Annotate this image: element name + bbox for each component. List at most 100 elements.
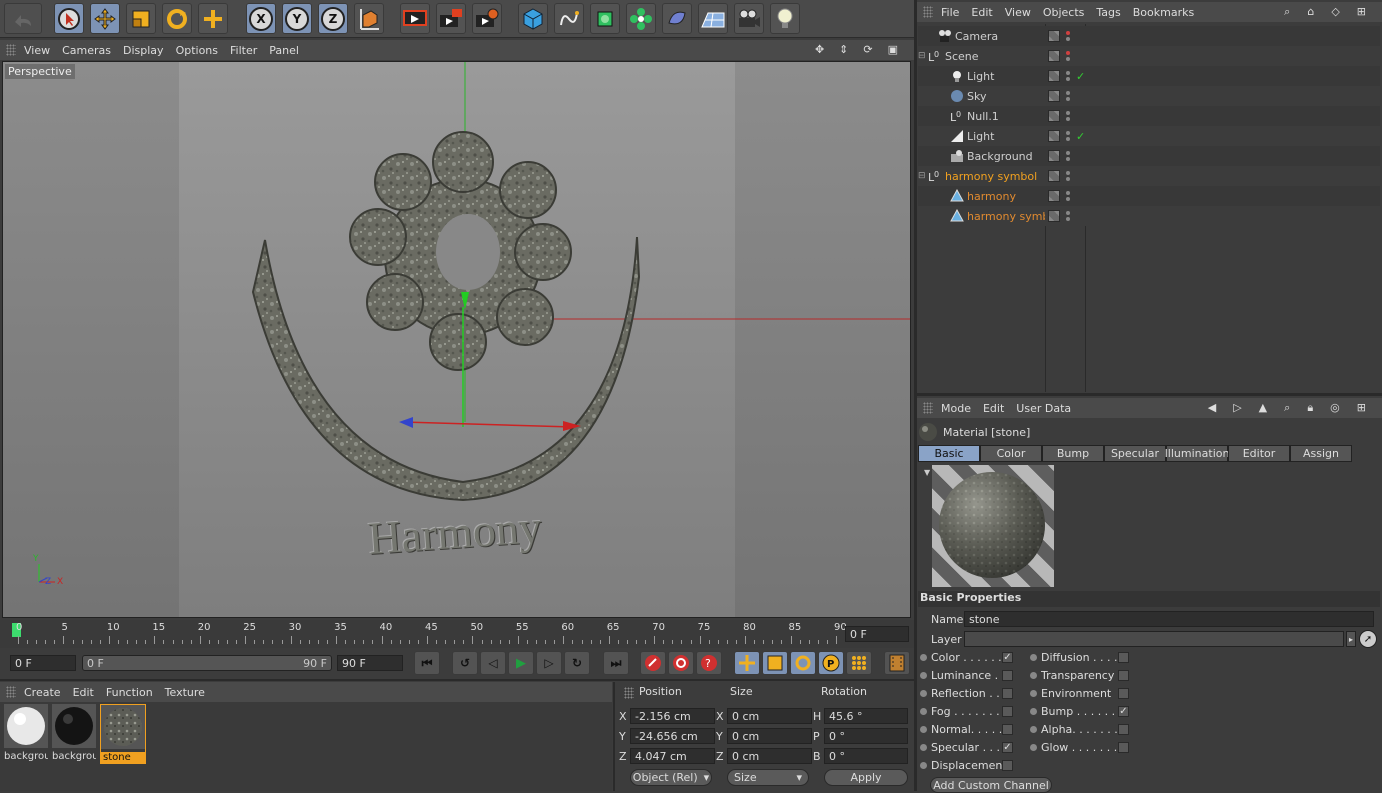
viewport-menu-panel[interactable]: Panel xyxy=(269,44,299,57)
rotate-tool-icon[interactable] xyxy=(162,3,192,34)
key-scale-icon[interactable] xyxy=(762,651,788,675)
channel-checkbox[interactable] xyxy=(1118,742,1129,753)
object-name[interactable]: Sky xyxy=(967,90,1045,103)
orbit-icon[interactable]: ⟳ xyxy=(863,43,872,56)
visibility-dots-icon[interactable] xyxy=(1066,211,1070,221)
objects-menu-bookmarks[interactable]: Bookmarks xyxy=(1133,6,1194,19)
object-row[interactable]: harmony xyxy=(918,186,1380,206)
go-to-end-icon[interactable]: ⏭ xyxy=(603,651,629,675)
timeline[interactable]: 0 5 10 15 20 25 30 35 40 45 50 55 60 65 70 75 80 85 90 0 F xyxy=(0,620,914,648)
viewport-menu-display[interactable]: Display xyxy=(123,44,164,57)
visibility-dots-icon[interactable] xyxy=(1066,171,1070,181)
channel-anim-dot-icon[interactable] xyxy=(920,708,927,715)
channel-checkbox[interactable] xyxy=(1118,670,1129,681)
name-input[interactable]: stone xyxy=(964,611,1374,627)
z-axis-lock[interactable]: Z xyxy=(318,3,348,34)
layer-icon[interactable] xyxy=(1048,130,1060,142)
channel-anim-dot-icon[interactable] xyxy=(920,672,927,679)
collapse-icon[interactable]: ◇ xyxy=(1331,5,1339,19)
coord-mode-dropdown[interactable]: Object (Rel) ▾ xyxy=(630,769,712,786)
layer-icon[interactable] xyxy=(1048,150,1060,162)
scale-tool-icon[interactable] xyxy=(126,3,156,34)
x-axis-lock[interactable]: X xyxy=(246,3,276,34)
visibility-dots-icon[interactable] xyxy=(1066,191,1070,201)
search-icon[interactable]: ⌕ xyxy=(1284,5,1290,19)
up-arrow-icon[interactable]: ▲ xyxy=(1259,401,1267,415)
tab-bump[interactable]: Bump xyxy=(1042,445,1104,462)
object-row[interactable]: ⊟ L 0 harmony symbol xyxy=(918,166,1380,186)
lock-icon[interactable]: 🔒︎ xyxy=(1307,401,1313,415)
layer-icon[interactable] xyxy=(1048,110,1060,122)
timeline-window-icon[interactable] xyxy=(884,651,910,675)
visibility-dots-icon[interactable] xyxy=(1066,31,1070,41)
keyframe-help-icon[interactable]: ? xyxy=(696,651,722,675)
channel-checkbox[interactable] xyxy=(1118,724,1129,735)
size-field[interactable]: 0 cm xyxy=(727,748,812,764)
objects-menu-tags[interactable]: Tags xyxy=(1096,6,1120,19)
viewport-menu-view[interactable]: View xyxy=(24,44,50,57)
object-name[interactable]: Camera xyxy=(955,30,1045,43)
channel-checkbox[interactable]: ✓ xyxy=(1002,652,1013,663)
channel-checkbox[interactable] xyxy=(1118,652,1129,663)
render-picture-icon[interactable] xyxy=(436,3,466,34)
pan-icon[interactable]: ✥ xyxy=(815,43,824,56)
layer-icon[interactable] xyxy=(1048,30,1060,42)
size-mode-dropdown[interactable]: Size ▾ xyxy=(727,769,809,786)
object-name[interactable]: harmony xyxy=(967,190,1045,203)
previous-key-icon[interactable]: ↺ xyxy=(452,651,478,675)
viewport-menu-options[interactable]: Options xyxy=(176,44,218,57)
autokey-icon[interactable] xyxy=(668,651,694,675)
object-row[interactable]: Light ✓ xyxy=(918,66,1380,86)
new-window-icon[interactable]: ⊞ xyxy=(1357,5,1366,19)
rotation-field[interactable]: 0 ° xyxy=(824,728,908,744)
material-menu-function[interactable]: Function xyxy=(106,686,153,699)
object-row[interactable]: harmony symbol xyxy=(918,206,1380,226)
attr-menu-mode[interactable]: Mode xyxy=(941,402,971,415)
tab-basic[interactable]: Basic xyxy=(918,445,980,462)
layer-icon[interactable] xyxy=(1048,50,1060,62)
next-frame-icon[interactable]: ▷ xyxy=(536,651,562,675)
channel-checkbox[interactable] xyxy=(1002,760,1013,771)
forward-arrow-icon[interactable]: ▷ xyxy=(1233,401,1241,415)
y-axis-lock[interactable]: Y xyxy=(282,3,312,34)
visibility-dots-icon[interactable] xyxy=(1066,51,1070,61)
channel-anim-dot-icon[interactable] xyxy=(920,762,927,769)
object-row[interactable]: Light ✓ xyxy=(918,126,1380,146)
render-settings-icon[interactable] xyxy=(472,3,502,34)
position-field[interactable]: -2.156 cm xyxy=(630,708,715,724)
previous-frame-icon[interactable]: ◁ xyxy=(480,651,506,675)
end-frame-field[interactable]: 90 F xyxy=(337,655,403,671)
camera-icon[interactable] xyxy=(734,3,764,34)
object-row[interactable]: Camera xyxy=(918,26,1380,46)
object-row[interactable]: L 0 Null.1 xyxy=(918,106,1380,126)
layer-icon[interactable] xyxy=(1048,70,1060,82)
record-icon[interactable] xyxy=(640,651,666,675)
visibility-dots-icon[interactable] xyxy=(1066,131,1070,141)
channel-anim-dot-icon[interactable] xyxy=(1030,726,1037,733)
rotation-field[interactable]: 45.6 ° xyxy=(824,708,908,724)
current-frame-field[interactable]: 0 F xyxy=(845,626,909,642)
attr-menu-userdata[interactable]: User Data xyxy=(1016,402,1071,415)
new-window-icon[interactable]: ⊞ xyxy=(1357,401,1366,415)
layer-icon[interactable] xyxy=(1048,170,1060,182)
target-icon[interactable]: ◎ xyxy=(1330,401,1340,415)
array-icon[interactable] xyxy=(626,3,656,34)
channel-anim-dot-icon[interactable] xyxy=(920,726,927,733)
object-name[interactable]: Null.1 xyxy=(967,110,1045,123)
objects-menu-file[interactable]: File xyxy=(941,6,959,19)
key-parameter-icon[interactable]: P xyxy=(818,651,844,675)
visibility-dots-icon[interactable] xyxy=(1066,71,1070,81)
channel-checkbox[interactable]: ✓ xyxy=(1118,706,1129,717)
channel-anim-dot-icon[interactable] xyxy=(920,654,927,661)
expand-arrow-icon[interactable]: ▼ xyxy=(924,468,930,477)
object-row[interactable]: ⊟ L 0 Scene xyxy=(918,46,1380,66)
select-tool-icon[interactable] xyxy=(54,3,84,34)
frame-range-slider[interactable]: 0 F 90 F xyxy=(82,655,332,671)
cube-icon[interactable] xyxy=(518,3,548,34)
dolly-icon[interactable]: ⇕ xyxy=(839,43,848,56)
position-field[interactable]: 4.047 cm xyxy=(630,748,715,764)
floor-icon[interactable] xyxy=(698,3,728,34)
material-menu-texture[interactable]: Texture xyxy=(165,686,205,699)
render-view-icon[interactable] xyxy=(400,3,430,34)
key-pla-icon[interactable] xyxy=(846,651,872,675)
